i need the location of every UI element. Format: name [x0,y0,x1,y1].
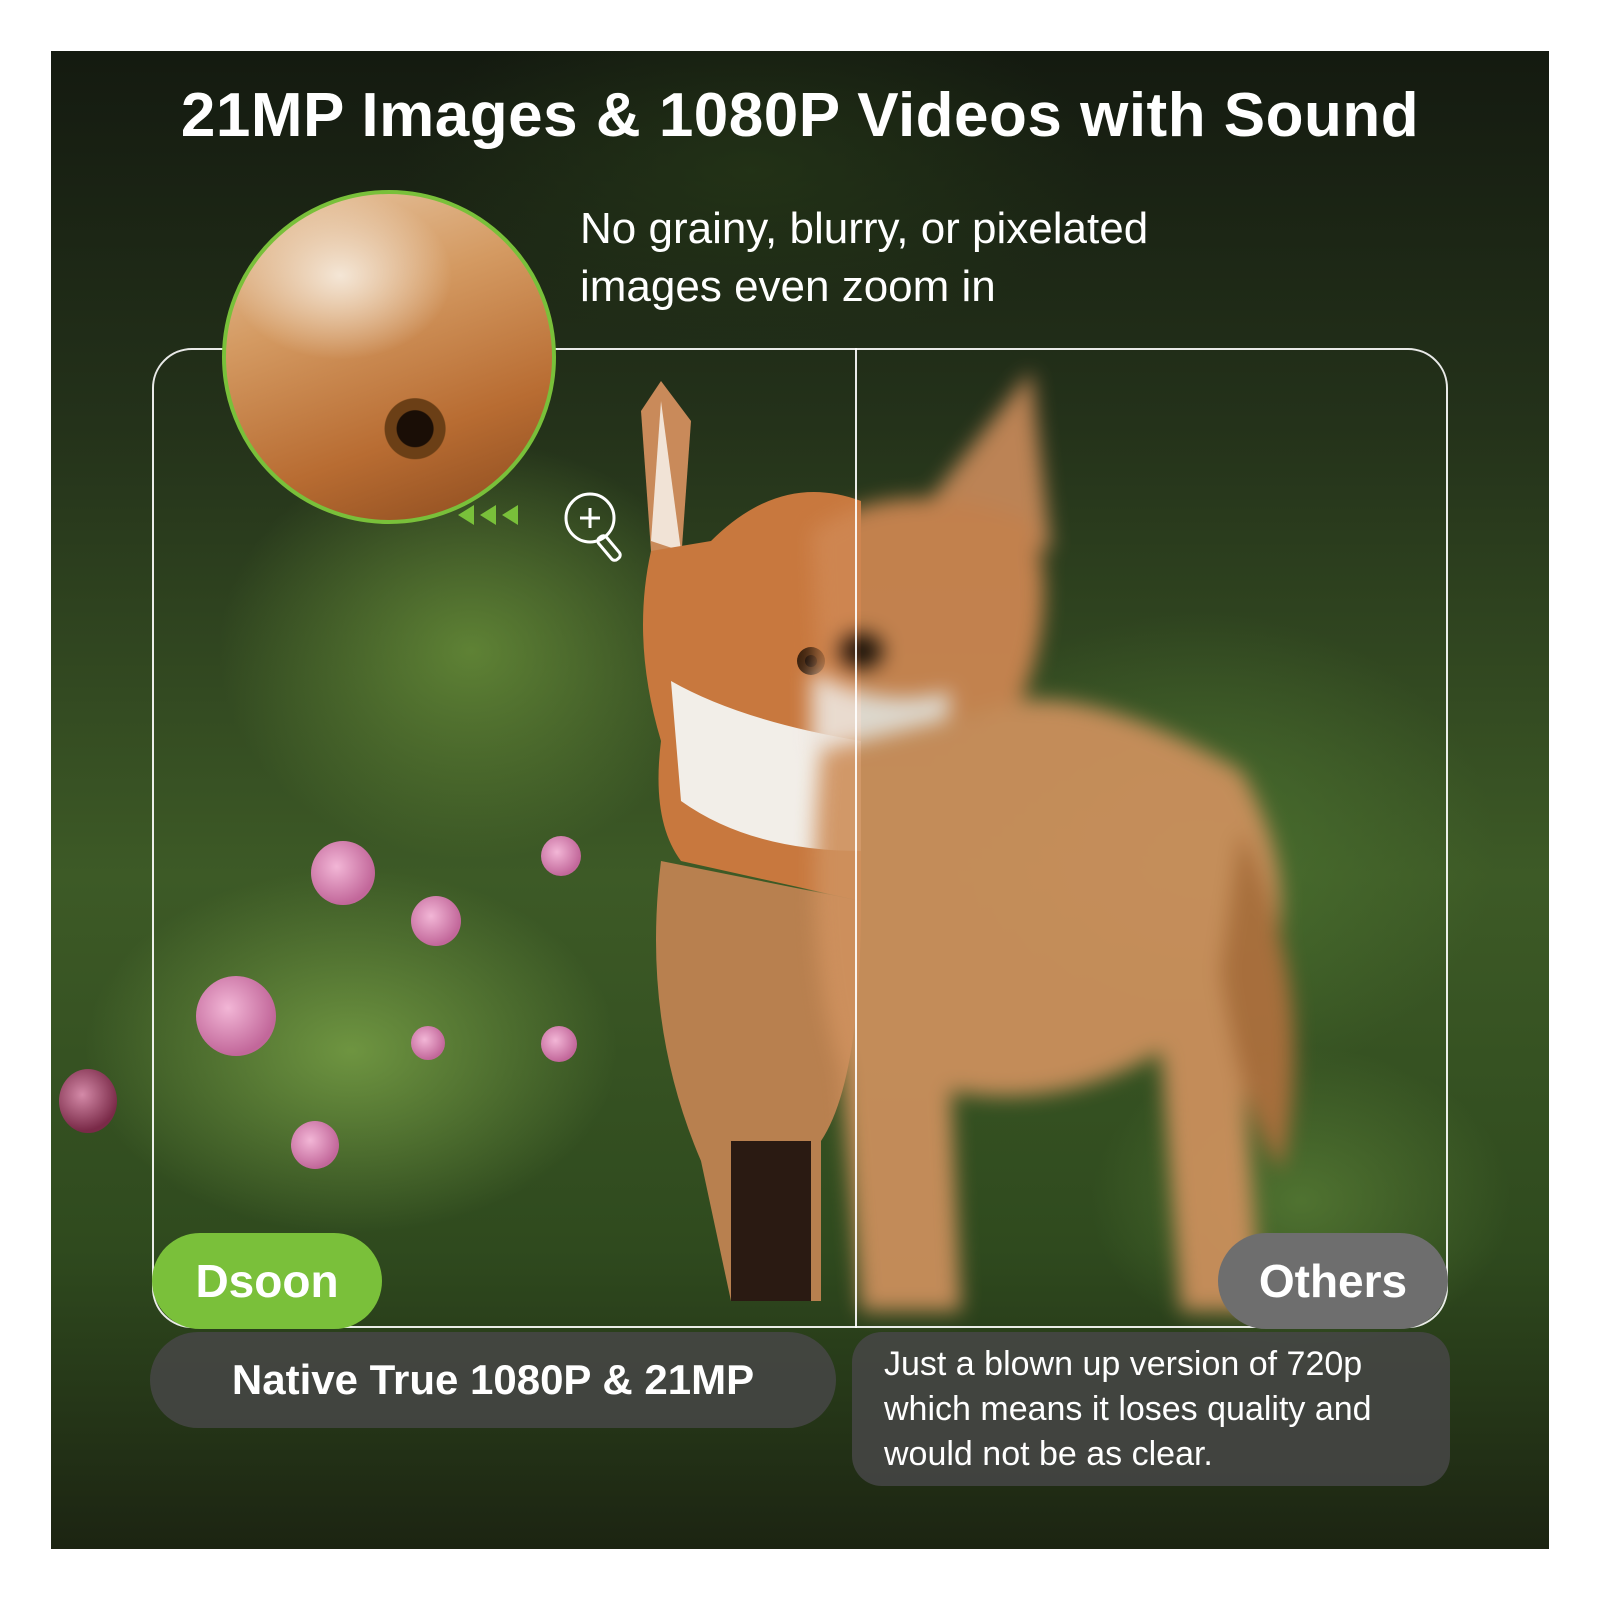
others-caption: Just a blown up version of 720p which me… [852,1332,1450,1486]
subtitle-line-1: No grainy, blurry, or pixelated [580,204,1149,253]
others-label: Others [1218,1233,1448,1329]
others-caption-line-3: would not be as clear. [884,1435,1213,1473]
dsoon-caption: Native True 1080P & 21MP [150,1332,836,1428]
headline: 21MP Images & 1080P Videos with Sound [180,81,1420,150]
clover-flower [59,1069,117,1133]
others-caption-line-1: Just a blown up version of 720p [884,1345,1363,1383]
others-caption-line-2: which means it loses quality and [884,1390,1372,1428]
arrow-left-icon [480,505,496,525]
dsoon-label: Dsoon [152,1233,382,1329]
left-arrows-icon [458,505,528,529]
subtitle: No grainy, blurry, or pixelated images e… [580,200,1280,316]
arrow-left-icon [502,505,518,525]
subtitle-line-2: images even zoom in [580,262,996,311]
zoom-in-icon [564,492,622,562]
arrow-left-icon [458,505,474,525]
comparison-divider [855,348,857,1328]
zoomed-eye-closeup [222,190,556,524]
